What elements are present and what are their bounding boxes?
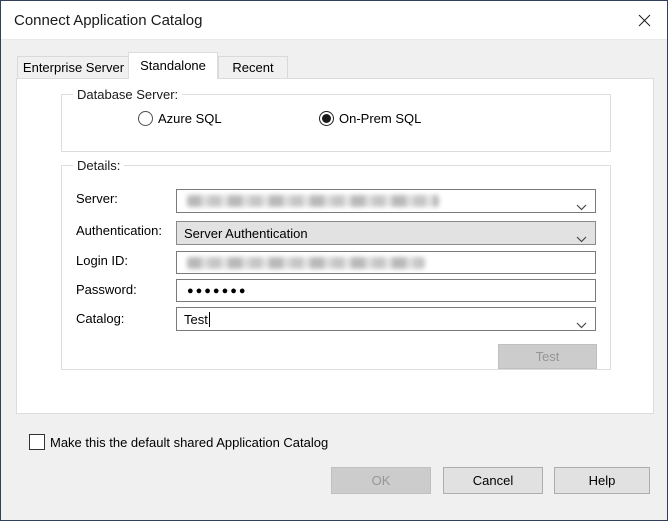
default-catalog-checkbox-row[interactable]: Make this the default shared Application… (29, 434, 328, 450)
default-catalog-checkbox-label: Make this the default shared Application… (50, 435, 328, 450)
details-group-label: Details: (73, 158, 124, 173)
login-id-redacted-value (187, 257, 425, 269)
catalog-label: Catalog: (76, 311, 124, 326)
close-icon (638, 14, 651, 27)
authentication-dropdown[interactable]: Server Authentication (176, 221, 596, 245)
test-button[interactable]: Test (498, 344, 597, 369)
login-id-label: Login ID: (76, 253, 128, 268)
chevron-down-icon[interactable] (576, 316, 587, 334)
cancel-button[interactable]: Cancel (443, 467, 543, 494)
tab-enterprise-server[interactable]: Enterprise Server (17, 56, 130, 79)
radio-circle-icon[interactable] (138, 111, 153, 126)
chevron-down-icon[interactable] (576, 230, 587, 248)
connect-application-catalog-dialog: Connect Application Catalog Enterprise S… (0, 0, 668, 521)
server-combobox[interactable] (176, 189, 596, 213)
catalog-combobox[interactable]: Test (176, 307, 596, 331)
tab-standalone[interactable]: Standalone (128, 52, 218, 79)
authentication-value: Server Authentication (177, 226, 308, 241)
checkbox-unchecked-icon[interactable] (29, 434, 45, 450)
radio-selected-icon[interactable] (319, 111, 334, 126)
text-caret (209, 312, 210, 327)
radio-on-prem-sql[interactable]: On-Prem SQL (319, 111, 421, 126)
catalog-value: Test (177, 312, 208, 327)
server-label: Server: (76, 191, 118, 206)
ok-button[interactable]: OK (331, 467, 431, 494)
help-button[interactable]: Help (554, 467, 650, 494)
password-input[interactable]: ●●●●●●● (176, 279, 596, 302)
password-masked-value: ●●●●●●● (177, 285, 248, 297)
login-id-input[interactable] (176, 251, 596, 274)
radio-on-prem-sql-label: On-Prem SQL (339, 111, 421, 126)
authentication-label: Authentication: (76, 223, 162, 238)
radio-azure-sql-label: Azure SQL (158, 111, 222, 126)
radio-azure-sql[interactable]: Azure SQL (138, 111, 222, 126)
database-server-group-label: Database Server: (73, 87, 182, 102)
window-title: Connect Application Catalog (14, 1, 202, 40)
chevron-down-icon[interactable] (576, 198, 587, 216)
title-bar: Connect Application Catalog (1, 1, 667, 40)
close-button[interactable] (621, 1, 667, 40)
password-label: Password: (76, 282, 137, 297)
tab-recent[interactable]: Recent (218, 56, 288, 79)
server-redacted-value (187, 195, 439, 207)
